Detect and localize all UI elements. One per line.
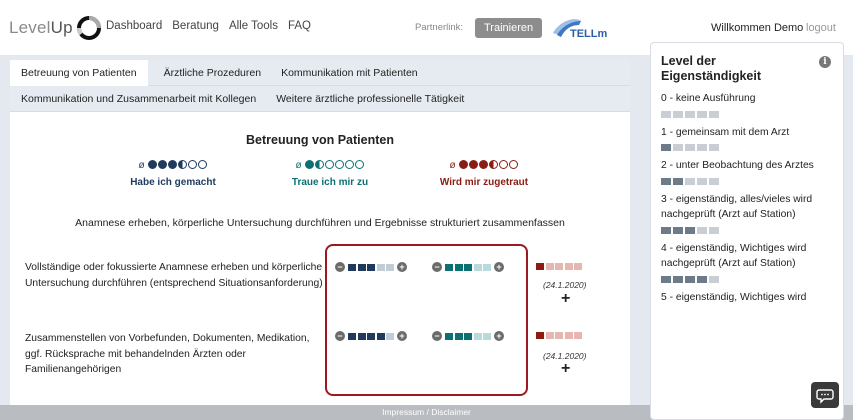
- logout-link[interactable]: logout: [806, 22, 836, 34]
- level-square: [564, 332, 573, 339]
- chat-bubble-icon: [816, 389, 834, 404]
- tellme-logo[interactable]: TELLme: [551, 15, 607, 41]
- tab-betreuung-von-patienten[interactable]: Betreuung von Patienten: [10, 59, 148, 86]
- level-item-3: 3 - eigenständig, alles/vieles wird nach…: [661, 192, 833, 234]
- level-square: [536, 332, 544, 339]
- level-item-2: 2 - unter Beobachtung des Arztes: [661, 158, 833, 185]
- item-text-2: Zusammenstellen von Vorbefunden, Dokumen…: [25, 333, 310, 375]
- level-bar-3: [661, 226, 833, 234]
- trainieren-button[interactable]: Trainieren: [475, 18, 543, 38]
- legend-traue-ich-mir-zu: ø Traue ich mir zu: [250, 159, 410, 188]
- info-icon[interactable]: i: [819, 56, 831, 68]
- levelup-logo[interactable]: LevelUp: [9, 14, 102, 42]
- instruction-text: Anamnese erheben, körperliche Untersuchu…: [75, 217, 565, 229]
- nav-dashboard[interactable]: Dashboard: [106, 20, 162, 32]
- level-item-4: 4 - eigenständig, Wichtiges wird nachgep…: [661, 241, 833, 283]
- rating-highlight-box: [325, 244, 528, 396]
- tab-kommunikation-kollegen[interactable]: Kommunikation und Zusammenarbeit mit Kol…: [21, 86, 256, 112]
- legend-habe-ich-gemacht: ø Habe ich gemacht: [93, 159, 253, 188]
- tab-row-1: Betreuung von Patienten Ärztliche Prozed…: [10, 59, 630, 86]
- level-bar-1: [661, 144, 833, 151]
- tab-weitere-taetigkeit[interactable]: Weitere ärztliche professionelle Tätigke…: [276, 86, 464, 112]
- legend-label-gemacht: Habe ich gemacht: [130, 177, 216, 188]
- item-text-1: Vollständige oder fokussierte Anamnese e…: [25, 262, 323, 289]
- legend-label-zugetraut: Wird mir zugetraut: [439, 177, 529, 188]
- add-rating-button-1[interactable]: +: [561, 290, 570, 308]
- tab-row-2: Kommunikation und Zusammenarbeit mit Kol…: [10, 86, 630, 112]
- level-item-1: 1 - gemeinsam mit dem Arzt: [661, 125, 833, 151]
- level-square: [555, 332, 563, 339]
- nav-alle-tools[interactable]: Alle Tools: [229, 20, 278, 32]
- rating-zugetraut-2: [536, 332, 582, 339]
- level-item-0: 0 - keine Ausführung: [661, 91, 833, 118]
- legend-dots-zutrauen: ø: [250, 159, 410, 171]
- level-square: [574, 263, 582, 270]
- chat-button[interactable]: [811, 382, 839, 408]
- nav-faq[interactable]: FAQ: [288, 20, 311, 32]
- main-card: Betreuung von Patienten Ärztliche Prozed…: [10, 59, 630, 420]
- level-square: [545, 332, 554, 339]
- level-square: [545, 263, 554, 270]
- tab-aerztliche-prozeduren[interactable]: Ärztliche Prozeduren: [164, 60, 261, 86]
- level-square: [555, 263, 563, 270]
- legend-dots-gemacht: ø: [93, 159, 253, 171]
- legend-wird-mir-zugetraut: ø Wird mir zugetraut: [404, 159, 564, 188]
- level-square: [536, 263, 544, 270]
- rating-legend: ø Habe ich gemacht ø Traue ich mir zu ø …: [10, 159, 630, 203]
- legend-dots-zugetraut: ø: [404, 159, 564, 171]
- section-title: Betreuung von Patienten: [246, 133, 394, 147]
- level-square: [574, 332, 582, 339]
- tellme-logo-text: TELLme: [570, 28, 607, 40]
- category-tabs: Betreuung von Patienten Ärztliche Prozed…: [10, 59, 630, 112]
- level-bar-0: [661, 110, 833, 118]
- add-rating-button-2[interactable]: +: [561, 360, 570, 378]
- nav-beratung[interactable]: Beratung: [172, 20, 219, 32]
- level-square: [564, 263, 573, 270]
- main-nav: Dashboard Beratung Alle Tools FAQ: [106, 20, 311, 32]
- logo-text: LevelUp: [9, 18, 73, 37]
- partner-label: Partnerlink:: [415, 22, 464, 33]
- level-panel-title: Level der Eigenständigkeit: [661, 54, 762, 83]
- rating-date-1: (24.1.2020): [543, 280, 587, 290]
- legend-label-zutrauen: Traue ich mir zu: [291, 177, 369, 188]
- level-legend-panel: Level der Eigenständigkeit i 0 - keine A…: [650, 42, 844, 420]
- level-item-5: 5 - eigenständig, Wichtiges wird: [661, 291, 807, 303]
- rating-zugetraut-1: [536, 263, 582, 270]
- level-bar-2: [661, 177, 833, 185]
- logo-ring-icon: [76, 16, 101, 40]
- tab-kommunikation-mit-patienten[interactable]: Kommunikation mit Patienten: [281, 60, 418, 86]
- welcome-text: Willkommen Demo: [711, 22, 804, 34]
- level-bar-4: [661, 275, 833, 283]
